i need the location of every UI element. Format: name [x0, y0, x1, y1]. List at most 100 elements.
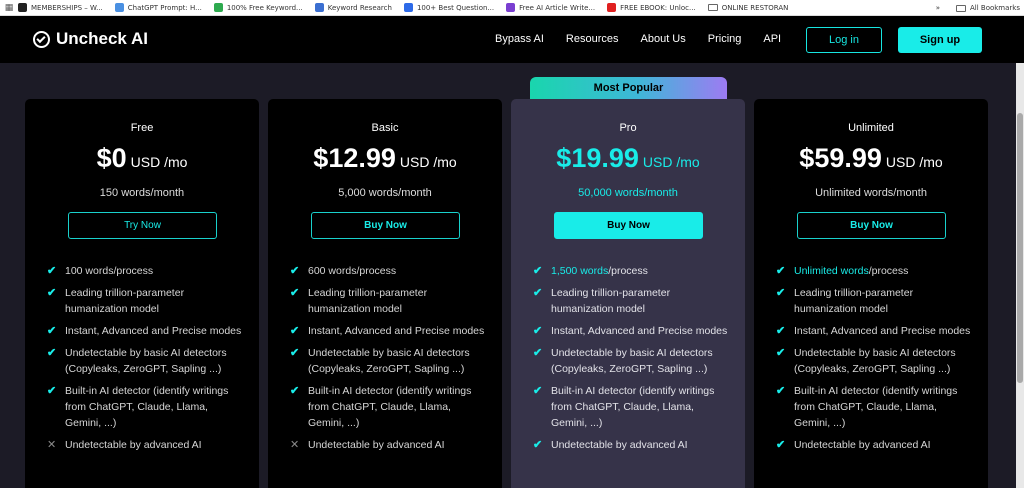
- feature-label: Undetectable by advanced AI: [551, 439, 688, 451]
- feature-text: 600 words/process: [308, 263, 396, 279]
- feature-item: ✔ Instant, Advanced and Precise modes: [290, 323, 486, 339]
- feature-text: Undetectable by basic AI detectors (Copy…: [551, 345, 729, 377]
- feature-label: Built-in AI detector (identify writings …: [551, 385, 715, 429]
- feature-label: Instant, Advanced and Precise modes: [551, 325, 728, 337]
- feature-label: Undetectable by advanced AI: [308, 439, 445, 451]
- price-unit: USD /mo: [399, 154, 457, 170]
- price-row: $19.99 USD /mo: [511, 143, 745, 174]
- feature-list: ✔ Unlimited words/process ✔ Leading tril…: [776, 263, 972, 459]
- feature-item: ✔ Undetectable by basic AI detectors (Co…: [290, 345, 486, 377]
- buy-now-button[interactable]: Buy Now: [311, 212, 460, 239]
- feature-text: Leading trillion-parameter humanization …: [794, 285, 972, 317]
- feature-item: ✔ Built-in AI detector (identify writing…: [533, 383, 729, 431]
- feature-item: ✔ Built-in AI detector (identify writing…: [290, 383, 486, 431]
- check-icon: ✔: [47, 265, 57, 277]
- scrollbar-thumb[interactable]: [1017, 113, 1023, 383]
- feature-item: ✔ Built-in AI detector (identify writing…: [776, 383, 972, 431]
- word-quota: 150 words/month: [99, 187, 185, 199]
- bookmark-item[interactable]: Keyword Research: [314, 3, 392, 12]
- bookmark-favicon-icon: [403, 3, 413, 12]
- feature-item: ✔ Leading trillion-parameter humanizatio…: [533, 285, 729, 317]
- check-icon: ✔: [776, 439, 786, 451]
- feature-item: ✔ Leading trillion-parameter humanizatio…: [776, 285, 972, 317]
- check-icon: ✔: [776, 347, 786, 359]
- price-row: $0 USD /mo: [25, 143, 259, 174]
- buy-now-button[interactable]: Buy Now: [797, 212, 946, 239]
- try-now-button[interactable]: Try Now: [68, 212, 217, 239]
- feature-label: Leading trillion-parameter humanization …: [308, 287, 428, 315]
- feature-text: Undetectable by basic AI detectors (Copy…: [794, 345, 972, 377]
- feature-label: 100 words/process: [65, 265, 154, 277]
- bookmark-item[interactable]: MEMBERSHIPS – W...: [18, 3, 103, 12]
- feature-list: ✔ 100 words/process ✔ Leading trillion-p…: [47, 263, 243, 459]
- plan-card-pro: Pro $19.99 USD /mo 50,000 words/month Buy…: [511, 99, 745, 488]
- cross-icon: ✕: [290, 439, 300, 451]
- nav-link-api[interactable]: API: [763, 33, 781, 45]
- feature-label: Undetectable by basic AI detectors (Copy…: [308, 347, 470, 375]
- check-icon: ✔: [47, 287, 57, 299]
- feature-label: Undetectable by basic AI detectors (Copy…: [551, 347, 713, 375]
- bookmark-label: MEMBERSHIPS – W...: [31, 3, 103, 12]
- all-bookmarks-folder[interactable]: All Bookmarks: [955, 4, 1020, 12]
- feature-item: ✔ Undetectable by basic AI detectors (Co…: [776, 345, 972, 377]
- feature-label: Undetectable by advanced AI: [794, 439, 931, 451]
- nav-link-pricing[interactable]: Pricing: [708, 33, 742, 45]
- check-icon: ✔: [533, 265, 543, 277]
- feature-label: Instant, Advanced and Precise modes: [308, 325, 485, 337]
- feature-item: ✔ 100 words/process: [47, 263, 243, 279]
- login-button[interactable]: Log in: [806, 27, 882, 53]
- feature-item: ✕ Undetectable by advanced AI: [290, 437, 486, 453]
- folder-icon: [955, 4, 966, 12]
- bookmark-item[interactable]: Free AI Article Write...: [506, 3, 595, 12]
- logo[interactable]: Uncheck AI: [33, 29, 148, 49]
- plan-card-free: Free $0 USD /mo 150 words/month Try Now ✔…: [25, 99, 259, 488]
- plan-name: Pro: [619, 122, 637, 134]
- bookmark-favicon-icon: [114, 3, 124, 12]
- bookmark-label: ONLINE RESTORAN: [721, 3, 789, 12]
- feature-item: ✔ Unlimited words/process: [776, 263, 972, 279]
- feature-text: Undetectable by basic AI detectors (Copy…: [65, 345, 243, 377]
- signup-button[interactable]: Sign up: [898, 27, 982, 53]
- feature-label: Leading trillion-parameter humanization …: [551, 287, 671, 315]
- cross-icon: ✕: [47, 439, 57, 451]
- feature-label: Instant, Advanced and Precise modes: [794, 325, 971, 337]
- feature-label: Built-in AI detector (identify writings …: [65, 385, 229, 429]
- nav-link-resources[interactable]: Resources: [566, 33, 619, 45]
- feature-text: Instant, Advanced and Precise modes: [65, 323, 241, 339]
- check-icon: ✔: [776, 265, 786, 277]
- feature-text: Instant, Advanced and Precise modes: [308, 323, 484, 339]
- check-icon: ✔: [290, 287, 300, 299]
- feature-text: Undetectable by basic AI detectors (Copy…: [308, 345, 486, 377]
- feature-label: Leading trillion-parameter humanization …: [794, 287, 914, 315]
- word-quota: 50,000 words/month: [578, 187, 678, 199]
- feature-text: 1,500 words/process: [551, 263, 648, 279]
- feature-item: ✔ Undetectable by basic AI detectors (Co…: [533, 345, 729, 377]
- nav-link-about-us[interactable]: About Us: [641, 33, 686, 45]
- price-row: $59.99 USD /mo: [754, 143, 988, 174]
- check-icon: ✔: [290, 347, 300, 359]
- feature-label: Leading trillion-parameter humanization …: [65, 287, 185, 315]
- feature-text: Leading trillion-parameter humanization …: [551, 285, 729, 317]
- check-icon: ✔: [776, 287, 786, 299]
- bookmark-folder[interactable]: ONLINE RESTORAN: [707, 3, 789, 12]
- bookmark-item[interactable]: FREE EBOOK: Unloc...: [607, 3, 696, 12]
- scrollbar[interactable]: [1016, 63, 1024, 488]
- bookmark-label: 100% Free Keyword...: [226, 3, 303, 12]
- more-bookmarks-button[interactable]: »: [936, 4, 940, 12]
- feature-item: ✔ 600 words/process: [290, 263, 486, 279]
- bookmark-item[interactable]: ChatGPT Prompt: H...: [114, 3, 202, 12]
- all-bookmarks-label: All Bookmarks: [969, 4, 1020, 12]
- feature-highlight: 1,500 words: [551, 265, 609, 277]
- bookmark-item[interactable]: 100% Free Keyword...: [213, 3, 303, 12]
- check-icon: ✔: [533, 287, 543, 299]
- buy-now-button[interactable]: Buy Now: [554, 212, 703, 239]
- feature-item: ✔ Instant, Advanced and Precise modes: [47, 323, 243, 339]
- word-quota: 5,000 words/month: [338, 187, 432, 199]
- nav-link-bypass-ai[interactable]: Bypass AI: [495, 33, 544, 45]
- feature-text: Undetectable by advanced AI: [794, 437, 931, 453]
- check-icon: ✔: [290, 325, 300, 337]
- bookmark-item[interactable]: 100+ Best Question...: [403, 3, 494, 12]
- apps-grid-icon[interactable]: ▦: [0, 3, 18, 13]
- word-quota: Unlimited words/month: [815, 187, 927, 199]
- plan-name: Unlimited: [848, 122, 894, 134]
